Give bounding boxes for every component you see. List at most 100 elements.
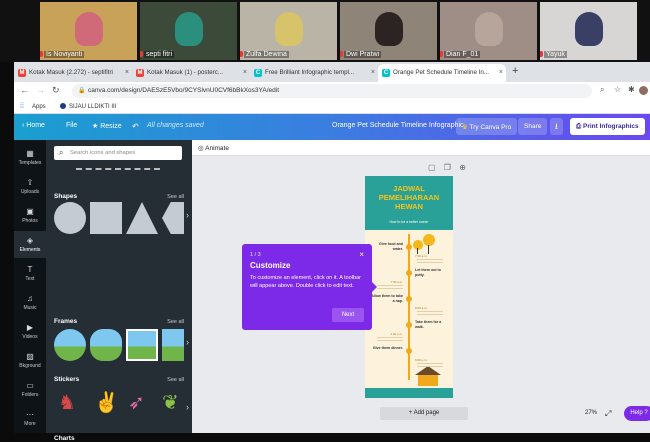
rail-label: Music — [23, 305, 37, 311]
star-icon[interactable]: ☆ — [614, 85, 621, 94]
rail-item-elements[interactable]: ◈ Elements — [14, 231, 46, 258]
video-tile: Is Noviyanti — [40, 2, 137, 60]
timeline-dot — [406, 322, 412, 328]
animate-label: Animate — [205, 145, 229, 152]
timeline-step-text-lines — [417, 363, 443, 367]
llama-sticker-icon[interactable]: ♞ — [58, 390, 76, 415]
fullscreen-icon[interactable]: ⤢ — [605, 409, 611, 419]
rail-label: Templates — [18, 160, 42, 166]
undo-icon[interactable]: ↶ — [132, 122, 139, 131]
infographic-page[interactable]: JADWAL PEMELIHARAAN HEWAN How to be a be… — [365, 176, 453, 398]
try-canva-pro-button[interactable]: ♛ Try Canva Pro — [456, 118, 518, 135]
reload-icon[interactable]: ↻ — [52, 85, 60, 96]
url-text: canva.com/design/DAESzE5Vbo/9CYSlvnU0CVf… — [88, 87, 280, 94]
print-label: Print Infographics — [583, 123, 639, 130]
tab-label: Orange Pet Schedule Timeline In... — [393, 69, 489, 76]
more-icon: ⋯ — [26, 410, 34, 419]
square-shape[interactable] — [90, 202, 122, 234]
square-frame[interactable] — [126, 329, 158, 361]
video-tile: septi fitri — [140, 2, 237, 60]
extensions-icon[interactable]: ✱ — [628, 85, 635, 94]
lines-preview[interactable] — [76, 168, 160, 170]
rail-label: Elements — [19, 247, 41, 253]
mic-muted-icon — [340, 51, 343, 57]
circle-frame[interactable] — [54, 329, 86, 361]
browser-tab[interactable]: C Free Brilliant Infographic templ... × — [250, 64, 378, 82]
rocket-sticker-icon[interactable]: ➶ — [128, 390, 145, 415]
rect-frame[interactable] — [162, 329, 184, 361]
elements-search-input[interactable]: ⌕ Search icons and shapes — [54, 146, 182, 160]
notes-icon[interactable]: ▢ — [428, 163, 436, 172]
canva-toolbar: ‹ Home File ★ Resize ↶ All changes saved… — [14, 114, 650, 140]
tab-close-icon[interactable]: × — [125, 69, 129, 76]
rail-item-photos[interactable]: ▣ Photos — [14, 202, 46, 229]
search-icon[interactable]: ⌕ — [600, 85, 604, 95]
mic-muted-icon — [240, 51, 243, 57]
download-icon[interactable]: ⭳ — [550, 118, 563, 135]
rail-item-uploads[interactable]: ⇧ Uploads — [14, 173, 46, 200]
hexagon-shape[interactable] — [162, 202, 184, 234]
folder-icon: ▭ — [26, 381, 34, 390]
tab-bar: + M Kotak Masuk (2.272) - septifitri × M Kot… — [14, 62, 650, 82]
help-button[interactable]: Help ? — [624, 406, 650, 421]
timeline-step-text-lines — [417, 259, 443, 263]
duplicate-page-icon[interactable]: ❐ — [444, 163, 451, 172]
crossed-fingers-sticker-icon[interactable]: ✌ — [94, 390, 119, 415]
browser-tab[interactable]: M Kotak Masuk (1) - posterc... × — [132, 64, 250, 82]
bookmark-apps[interactable]: Apps — [32, 104, 46, 110]
browser-tab[interactable]: M Kotak Masuk (2.272) - septifitri × — [14, 64, 132, 82]
tab-close-icon[interactable]: × — [371, 69, 375, 76]
plant-sticker-icon[interactable]: ❦ — [162, 390, 179, 415]
timeline-step-label: Allow them to take a nap. — [371, 294, 403, 303]
stickers-next-icon[interactable]: › — [186, 402, 189, 412]
rail-item-bkground[interactable]: ▨ Bkground — [14, 347, 46, 374]
participant-figure — [174, 12, 203, 46]
home-button[interactable]: ‹ Home — [22, 122, 45, 129]
mic-muted-icon — [140, 51, 143, 57]
rail-label: Uploads — [20, 189, 40, 195]
share-button[interactable]: Share — [518, 118, 548, 135]
timeline-step-text-lines — [417, 311, 443, 315]
tab-close-icon[interactable]: × — [499, 69, 503, 76]
scallop-frame[interactable] — [90, 329, 122, 361]
print-infographics-button[interactable]: ⎙ Print Infographics — [570, 118, 645, 135]
animate-button[interactable]: ◎ Animate — [198, 144, 229, 152]
tab-close-icon[interactable]: × — [243, 69, 247, 76]
resize-button[interactable]: ★ Resize — [92, 122, 122, 130]
rail-item-more[interactable]: ⋯ More — [14, 405, 46, 432]
stickers-see-all[interactable]: See all — [167, 377, 184, 383]
tooltip-next-button[interactable]: Next — [332, 308, 364, 322]
browser-tab[interactable]: C Orange Pet Schedule Timeline In... × — [378, 64, 506, 82]
file-menu[interactable]: File — [66, 122, 77, 129]
frames-next-icon[interactable]: › — [186, 337, 189, 347]
rail-item-music[interactable]: ♫ Music — [14, 289, 46, 316]
shapes-row — [54, 202, 184, 234]
address-bar-row: ← → ↻ 🔒 canva.com/design/DAESzE5Vbo/9CYS… — [14, 82, 650, 100]
circle-shape[interactable] — [54, 202, 86, 234]
add-page-button[interactable]: + Add page — [380, 407, 468, 420]
shapes-see-all[interactable]: See all — [167, 194, 184, 200]
rail-item-templates[interactable]: ▦ Templates — [14, 144, 46, 171]
tab-favicon-icon: M — [18, 69, 26, 77]
forward-icon[interactable]: → — [36, 85, 45, 95]
back-icon[interactable]: ← — [20, 85, 29, 95]
document-title[interactable]: Orange Pet Schedule Timeline Infographic — [332, 122, 464, 129]
tab-label: Kotak Masuk (2.272) - septifitri — [29, 69, 113, 76]
triangle-shape[interactable] — [126, 202, 158, 234]
rail-item-text[interactable]: T Text — [14, 260, 46, 287]
url-field[interactable]: 🔒 canva.com/design/DAESzE5Vbo/9CYSlvnU0C… — [72, 84, 592, 98]
tab-label: Free Brilliant Infographic templ... — [265, 69, 355, 76]
frames-see-all[interactable]: See all — [167, 319, 184, 325]
bookmark-sijau[interactable]: SIJAU LLDIKTI III — [69, 104, 116, 110]
apps-grid-icon[interactable]: ⁞⁞ — [20, 103, 24, 110]
tooltip-close-icon[interactable]: × — [359, 250, 364, 259]
add-page-icon[interactable]: ⊕ — [459, 163, 466, 172]
new-tab-button[interactable]: + — [512, 65, 518, 77]
zoom-level[interactable]: 27% — [585, 410, 597, 416]
rail-item-videos[interactable]: ▶ Videos — [14, 318, 46, 345]
video-conference-strip: Is Noviyanti septi fitri Zulfa Dewina Dwi P… — [0, 0, 650, 62]
profile-avatar[interactable] — [639, 86, 648, 95]
rail-item-folders[interactable]: ▭ Folders — [14, 376, 46, 403]
resize-label: Resize — [100, 123, 122, 130]
shapes-next-icon[interactable]: › — [186, 210, 189, 220]
